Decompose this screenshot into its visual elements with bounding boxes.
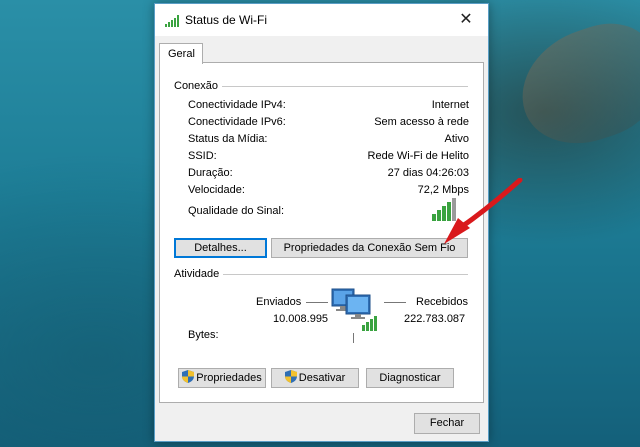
window-title: Status de Wi-Fi [185,13,268,27]
wifi-signal-icon [165,15,179,27]
bytes-divider-tick [353,333,354,343]
red-arrow-annotation [444,178,523,244]
ipv4-value: Internet [431,99,469,111]
diagnose-button[interactable]: Diagnosticar [366,368,454,388]
title-bar[interactable]: Status de Wi-Fi ✕ [155,4,488,36]
speed-label: Velocidade: [188,184,245,196]
received-line [384,302,406,303]
duration-label: Duração: [188,167,233,179]
tab-geral[interactable]: Geral [159,43,203,64]
tab-label: Geral [168,48,195,60]
ipv6-value: Sem acesso à rede [374,116,469,128]
received-label: Recebidos [416,296,468,308]
sent-bytes-value: 10.008.995 [273,313,329,325]
uac-shield-icon [182,370,195,383]
uac-shield-icon [284,370,297,383]
bytes-label: Bytes: [188,329,219,341]
disable-button[interactable]: Desativar [271,368,359,388]
wallpaper-decoration [506,11,640,159]
media-status-value: Ativo [444,133,469,145]
properties-button-label: Propriedades [196,372,262,384]
disable-button-label: Desativar [298,372,346,384]
connection-group-title: Conexão [174,80,223,92]
sent-label: Enviados [256,296,302,308]
activity-group-title: Atividade [174,268,224,280]
ssid-value: Rede Wi-Fi de Helito [367,150,469,162]
details-button[interactable]: Detalhes... [174,238,267,258]
properties-button[interactable]: Propriedades [178,368,266,388]
ssid-label: SSID: [188,150,217,162]
media-status-label: Status da Mídia: [188,133,268,145]
sent-line [306,302,328,303]
close-icon[interactable]: ✕ [444,4,488,36]
close-window-button[interactable]: Fechar [414,413,480,434]
ipv4-label: Conectividade IPv4: [188,99,286,111]
ipv6-label: Conectividade IPv6: [188,116,286,128]
received-bytes-value: 222.783.087 [404,313,466,325]
network-computers-icon [331,288,377,331]
signal-quality-label: Qualidade do Sinal: [188,205,285,217]
